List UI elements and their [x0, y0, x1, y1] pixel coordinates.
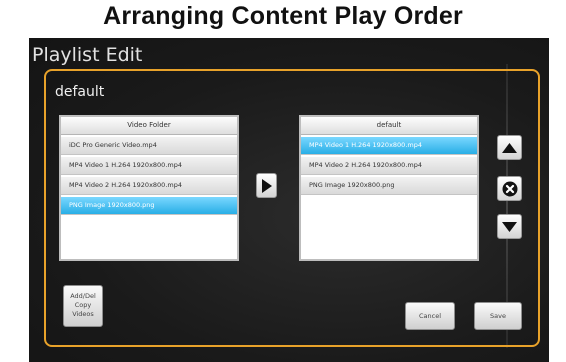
page-caption: Arranging Content Play Order	[103, 2, 463, 30]
playlist-item[interactable]: MP4 Video 2 H.264 1920x800.mp4	[301, 157, 477, 175]
window-title: Playlist Edit	[32, 44, 143, 66]
triangle-up-icon	[502, 142, 517, 153]
cancel-button[interactable]: Cancel	[405, 302, 455, 330]
playlist-item[interactable]: PNG Image 1920x800.png	[301, 177, 477, 195]
video-folder-panel: Video Folder iDC Pro Generic Video.mp4 MP…	[59, 115, 239, 261]
move-down-button[interactable]	[497, 214, 522, 239]
add-to-playlist-button[interactable]	[256, 173, 277, 198]
playlist-item[interactable]: MP4 Video 1 H.264 1920x800.mp4	[301, 137, 477, 155]
videos-label: Videos	[72, 310, 94, 318]
video-folder-item[interactable]: iDC Pro Generic Video.mp4	[61, 137, 237, 155]
video-folder-item[interactable]: MP4 Video 1 H.264 1920x800.mp4	[61, 157, 237, 175]
add-del-label: Add/Del	[70, 292, 96, 300]
add-del-copy-videos-button[interactable]: Add/Del Copy Videos	[63, 285, 103, 327]
triangle-down-icon	[502, 221, 517, 232]
video-folder-item[interactable]: PNG Image 1920x800.png	[61, 197, 237, 215]
video-folder-list: iDC Pro Generic Video.mp4 MP4 Video 1 H.2…	[61, 137, 237, 215]
playlist-list: MP4 Video 1 H.264 1920x800.mp4 MP4 Video …	[301, 137, 477, 195]
video-folder-header: Video Folder	[61, 117, 237, 135]
copy-label: Copy	[74, 301, 92, 309]
video-folder-item[interactable]: MP4 Video 2 H.264 1920x800.mp4	[61, 177, 237, 195]
circle-x-icon	[502, 181, 517, 196]
playlist-header: default	[301, 117, 477, 135]
save-label: Save	[490, 312, 506, 320]
playlist-panel: default MP4 Video 1 H.264 1920x800.mp4 MP…	[299, 115, 479, 261]
move-up-button[interactable]	[497, 135, 522, 160]
play-right-icon	[262, 178, 272, 193]
remove-item-button[interactable]	[497, 176, 522, 201]
cancel-label: Cancel	[418, 312, 442, 320]
save-button[interactable]: Save	[474, 302, 522, 330]
playlist-name: default	[55, 84, 105, 100]
